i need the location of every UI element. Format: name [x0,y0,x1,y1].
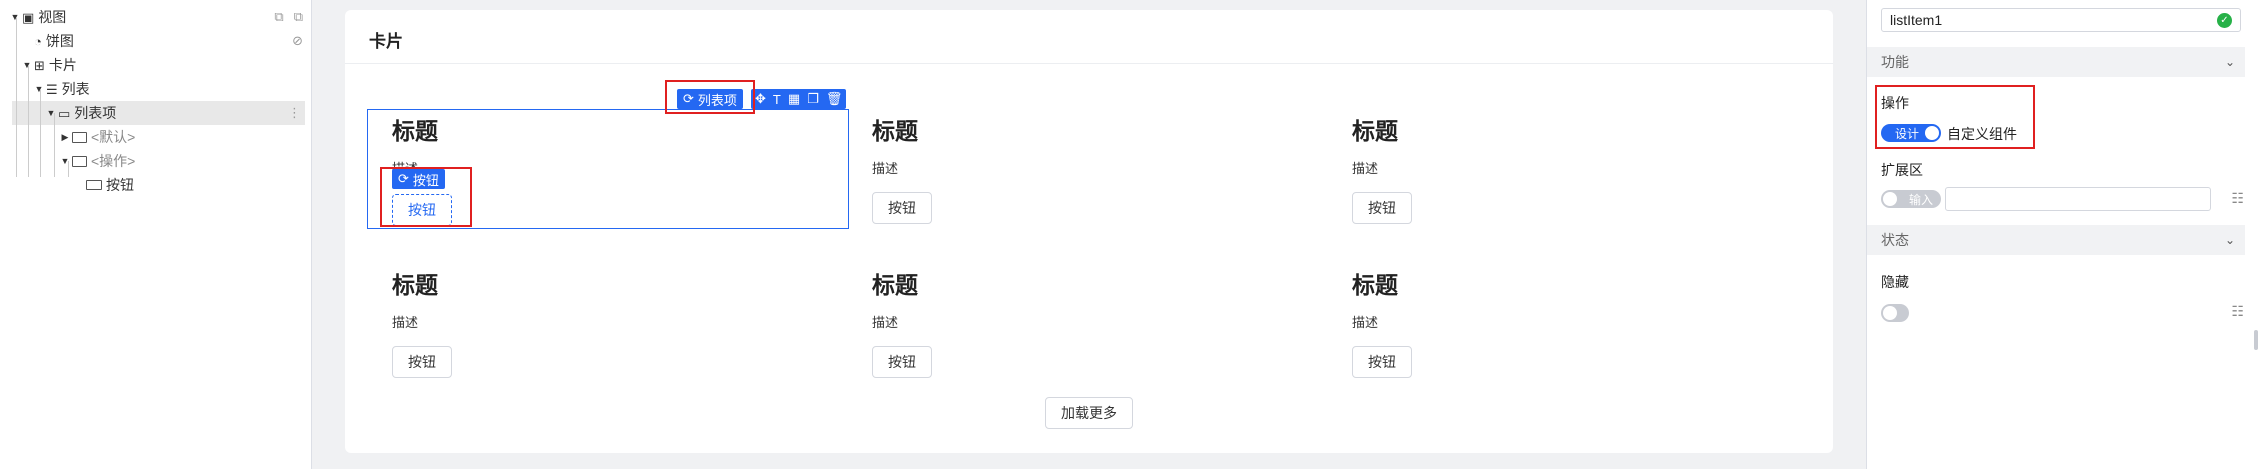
component-name-input[interactable]: listItem1 ✓ [1881,8,2241,32]
highlight-box [380,167,472,227]
item-title: 标题 [392,272,438,298]
tree-label: 列表 [61,81,90,97]
tree-node-card[interactable]: ▼ ⊞ 卡片 [0,53,311,77]
text-icon[interactable]: T [773,92,781,107]
divider [345,63,1833,64]
item-description: 描述 [1352,315,1379,330]
item-description: 描述 [872,161,899,176]
highlight-box [1875,85,2035,149]
tree-label: <操作> [91,153,136,169]
item-description: 描述 [872,315,899,330]
component-toolbar: ✥ T ▦ ❐ 🗑 [751,89,847,109]
list-item[interactable]: 标题 描述 按钮 [1328,264,1808,382]
item-button[interactable]: 按钮 [392,346,452,378]
caret-expanded-icon[interactable]: ▼ [34,84,44,94]
button-component-icon [86,180,102,190]
settings-sliders-icon[interactable]: ☷ [2231,190,2244,207]
highlight-box [665,80,755,114]
component-tree-panel: ▼ ▣ 视图 ⧉ ⧉ ▶ ◔ 饼图 ⊘ ▼ ⊞ 卡片 ▼ ☰ 列表 ▼ ▭ 列表… [0,0,312,469]
item-title: 标题 [872,272,918,298]
table-icon[interactable]: ▦ [788,91,800,107]
item-title: 标题 [392,118,438,144]
load-more-button[interactable]: 加载更多 [1045,397,1133,429]
list-icon: ☰ [46,81,58,97]
check-icon: ✓ [2217,13,2232,28]
copy-icon[interactable]: ⧉ [274,9,283,25]
extension-label: 扩展区 [1881,162,1923,178]
move-icon[interactable]: ✥ [755,91,766,107]
tree-label: 饼图 [45,33,74,49]
item-button[interactable]: 按钮 [872,192,932,224]
section-state[interactable]: 状态 ⌄ [1867,225,2245,255]
tree-node-button[interactable]: ▶ 按钮 [0,173,311,197]
tree-node-list-item[interactable]: ▼ ▭ 列表项 ⋮ [12,101,305,125]
section-title: 状态 [1881,232,1909,248]
toggle-text: 输入 [1909,192,1934,207]
list-item[interactable]: 标题 描述 按钮 [848,110,1328,228]
chevron-down-icon[interactable]: ⌄ [2225,55,2235,69]
caret-expanded-icon[interactable]: ▼ [10,12,20,22]
design-canvas[interactable]: 卡片 标题 描述 按钮 ⟳ 按钮 ⟳ 列表项 ✥ T ▦ ❐ 🗑 标题 描述 按… [345,10,1833,453]
tree-guide-line [40,89,41,177]
item-button[interactable]: 按钮 [1352,346,1412,378]
tree-label: <默认> [91,129,136,145]
chevron-down-icon[interactable]: ⌄ [2225,233,2235,247]
list-item[interactable]: 标题 描述 按钮 [368,264,848,382]
hidden-label: 隐藏 [1881,274,1909,290]
card-title: 卡片 [369,32,403,51]
more-options-icon[interactable]: ⋮ [288,105,301,121]
item-button[interactable]: 按钮 [872,346,932,378]
component-name-value: listItem1 [1890,12,1943,28]
delete-icon[interactable]: 🗑 [826,91,843,107]
item-button[interactable]: 按钮 [1352,192,1412,224]
tree-guide-line [28,65,29,177]
pie-chart-icon: ◔ [34,33,42,49]
toggle-knob [1883,306,1897,320]
item-title: 标题 [872,118,918,144]
item-title: 标题 [1352,118,1398,144]
tree-label: 按钮 [106,177,134,193]
copy-icon[interactable]: ❐ [807,91,819,107]
list-item[interactable]: 标题 描述 按钮 [848,264,1328,382]
hidden-toggle[interactable] [1881,304,1909,322]
tree-node-view[interactable]: ▼ ▣ 视图 ⧉ ⧉ [0,5,311,29]
grid-card-icon: ⊞ [34,57,45,73]
toggle-knob [1883,192,1897,206]
extension-input[interactable] [1945,187,2211,211]
list-item[interactable]: 标题 描述 按钮 [1328,110,1808,228]
section-function[interactable]: 功能 ⌄ [1867,47,2245,77]
caret-expanded-icon[interactable]: ▼ [22,60,32,70]
scrollbar[interactable] [2254,330,2258,350]
item-description: 描述 [392,315,419,330]
slot-icon [72,131,87,143]
hidden-eye-icon[interactable]: ⊘ [292,33,303,49]
list-item-icon: ▭ [58,105,71,121]
section-title: 功能 [1881,54,1909,70]
duplicate-icon[interactable]: ⧉ [294,9,303,25]
item-title: 标题 [1352,272,1398,298]
item-description: 描述 [1352,161,1379,176]
tree-guide-line [16,17,17,177]
tree-guide-line [54,113,55,177]
slot-icon [72,155,87,167]
tree-label: 卡片 [48,57,77,73]
input-toggle[interactable]: 输入 [1881,190,1941,208]
view-icon: ▣ [22,9,35,25]
caret-collapsed-icon[interactable]: ▶ [60,132,70,143]
tree-guide-line [68,161,69,177]
tree-node-action-slot[interactable]: ▼ <操作> [0,149,311,173]
tree-label: 列表项 [74,105,117,121]
settings-sliders-icon[interactable]: ☷ [2231,303,2244,320]
tree-node-default-slot[interactable]: ▶ <默认> [0,125,311,149]
tree-node-list[interactable]: ▼ ☰ 列表 [0,77,311,101]
tree-node-pie-chart[interactable]: ▶ ◔ 饼图 ⊘ [0,29,311,53]
tree-label: 视图 [38,9,67,25]
property-panel: listItem1 ✓ 功能 ⌄ 操作 设计 自定义组件 扩展区 输入 ☷ 状态… [1866,0,2258,469]
